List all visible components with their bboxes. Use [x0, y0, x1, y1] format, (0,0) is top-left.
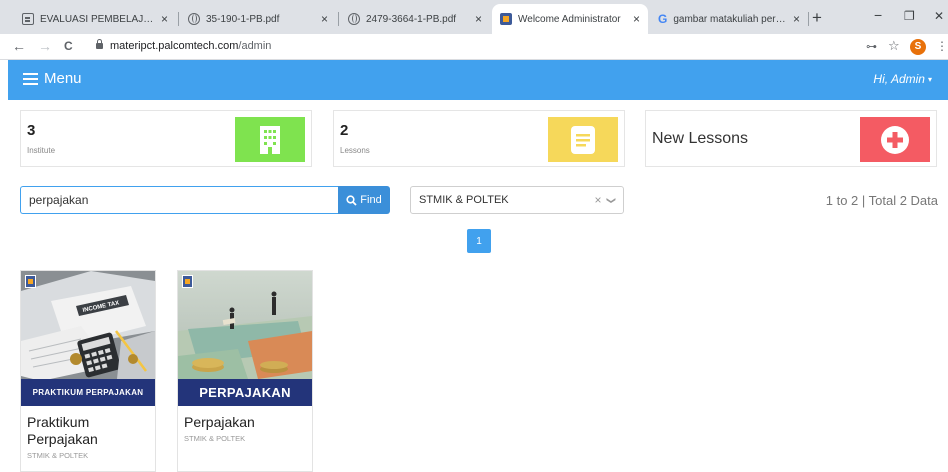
lesson-thumbnail: PERPAJAKAN: [178, 271, 312, 406]
search-input[interactable]: [20, 186, 338, 214]
institute-select-value: STMIK & POLTEK: [419, 194, 509, 206]
stat-card-new-lessons[interactable]: New Lessons: [645, 110, 937, 167]
forward-arrow-icon[interactable]: →: [38, 38, 52, 54]
lesson-card-perpajakan[interactable]: PERPAJAKAN Perpajakan STMIK & POLTEK: [177, 270, 313, 472]
find-label: Find: [360, 194, 382, 206]
key-icon[interactable]: ⊶: [866, 40, 877, 53]
document-text-icon: [571, 125, 595, 154]
list-menu-icon: [20, 72, 38, 86]
restore-icon[interactable]: ❐: [904, 9, 915, 23]
browser-tab-bar: EVALUASI PEMBELAJARAN MA × 35-190-1-PB.p…: [0, 0, 948, 34]
back-arrow-icon[interactable]: ←: [12, 38, 26, 54]
new-lesson-box[interactable]: [860, 117, 930, 162]
user-greeting: Hi, Admin: [873, 72, 925, 86]
url-host: materipct.palcomtech.com: [110, 40, 239, 52]
profile-avatar[interactable]: S: [910, 39, 926, 55]
stat-card-lessons[interactable]: 2 Lessons: [333, 110, 625, 167]
tab-title: gambar matakuliah perpajaka: [673, 13, 787, 25]
document-icon: [22, 13, 34, 25]
close-icon[interactable]: ×: [793, 12, 800, 26]
stat-card-institute[interactable]: 3 Institute: [20, 110, 312, 167]
institute-select[interactable]: STMIK & POLTEK × ❯: [410, 186, 624, 214]
window-close-icon[interactable]: ✕: [934, 9, 944, 23]
tab-divider: [338, 12, 339, 26]
minimize-icon[interactable]: −: [874, 7, 882, 23]
clear-icon[interactable]: ×: [594, 193, 601, 207]
browser-tab-google-search[interactable]: G gambar matakuliah perpajaka ×: [650, 4, 808, 34]
browser-tab-pdf-2[interactable]: 2479-3664-1-PB.pdf ×: [340, 4, 490, 34]
menu-button[interactable]: Menu: [20, 70, 82, 87]
stat-lessons-label: Lessons: [340, 146, 370, 155]
tab-title: Welcome Administrator: [518, 13, 621, 25]
institute-box: [235, 117, 305, 162]
close-icon[interactable]: ×: [321, 12, 328, 26]
lesson-thumbnail: INCOME TAX PRAKTIKUM PERPAJAKAN: [21, 271, 155, 406]
new-lessons-label: New Lessons: [652, 130, 749, 147]
new-tab-button[interactable]: +: [812, 8, 822, 28]
lesson-title[interactable]: Praktikum Perpajakan: [27, 414, 151, 448]
lesson-banner: PERPAJAKAN: [178, 379, 312, 406]
globe-icon: [188, 13, 200, 25]
find-button[interactable]: Find: [338, 186, 390, 214]
browser-tab-pdf-1[interactable]: 35-190-1-PB.pdf ×: [180, 4, 336, 34]
tab-title: EVALUASI PEMBELAJARAN MA: [40, 13, 155, 25]
tab-title: 35-190-1-PB.pdf: [206, 13, 280, 25]
site-logo-icon: [500, 13, 512, 25]
close-icon[interactable]: ×: [633, 12, 640, 26]
url-path: /admin: [238, 40, 272, 52]
tab-title: 2479-3664-1-PB.pdf: [366, 13, 457, 25]
close-icon[interactable]: ×: [475, 12, 482, 26]
tab-divider: [178, 12, 179, 26]
palcomtech-logo-icon: [25, 275, 36, 288]
lesson-card-praktikum-perpajakan[interactable]: INCOME TAX PRAKTIKUM PERPAJAKAN Praktiku…: [20, 270, 156, 472]
search-icon: [346, 194, 357, 206]
lesson-title[interactable]: Perpajakan: [184, 414, 308, 431]
url-field[interactable]: materipct.palcomtech.com/admin: [110, 40, 271, 52]
browser-tab-evaluasi[interactable]: EVALUASI PEMBELAJARAN MA ×: [14, 4, 176, 34]
plus-circle-icon: [881, 125, 909, 154]
pagination-page-1[interactable]: 1: [467, 229, 491, 253]
kebab-menu-icon[interactable]: ⋮: [936, 39, 948, 53]
lesson-banner: PRAKTIKUM PERPAJAKAN: [21, 379, 155, 406]
caret-down-icon: ▾: [927, 75, 932, 85]
browser-tab-welcome-administrator[interactable]: Welcome Administrator ×: [492, 4, 648, 34]
stat-institute-count: 3: [27, 122, 36, 139]
globe-icon: [348, 13, 360, 25]
close-icon[interactable]: ×: [161, 12, 168, 26]
tab-divider: [808, 12, 809, 26]
app-navbar: Menu Hi, Admin ▾: [8, 60, 948, 100]
pagination-summary: 1 to 2 | Total 2 Data: [825, 193, 938, 208]
palcomtech-logo-icon: [182, 275, 193, 288]
lesson-institute: STMIK & POLTEK: [27, 451, 89, 460]
reload-icon[interactable]: C: [64, 39, 73, 53]
user-menu[interactable]: Hi, Admin ▾: [873, 72, 932, 86]
chevron-down-icon[interactable]: ❯: [606, 196, 617, 204]
stat-institute-label: Institute: [27, 146, 56, 155]
google-icon: G: [658, 12, 668, 26]
lock-icon[interactable]: [96, 39, 103, 49]
lessons-box: [548, 117, 618, 162]
building-icon: [260, 125, 280, 154]
menu-label: Menu: [44, 70, 82, 87]
lesson-institute: STMIK & POLTEK: [184, 434, 246, 443]
bookmark-star-icon[interactable]: ☆: [888, 38, 900, 54]
stat-lessons-count: 2: [340, 122, 349, 139]
browser-address-bar: ← → C materipct.palcomtech.com/admin ⊶ ☆…: [0, 34, 948, 60]
